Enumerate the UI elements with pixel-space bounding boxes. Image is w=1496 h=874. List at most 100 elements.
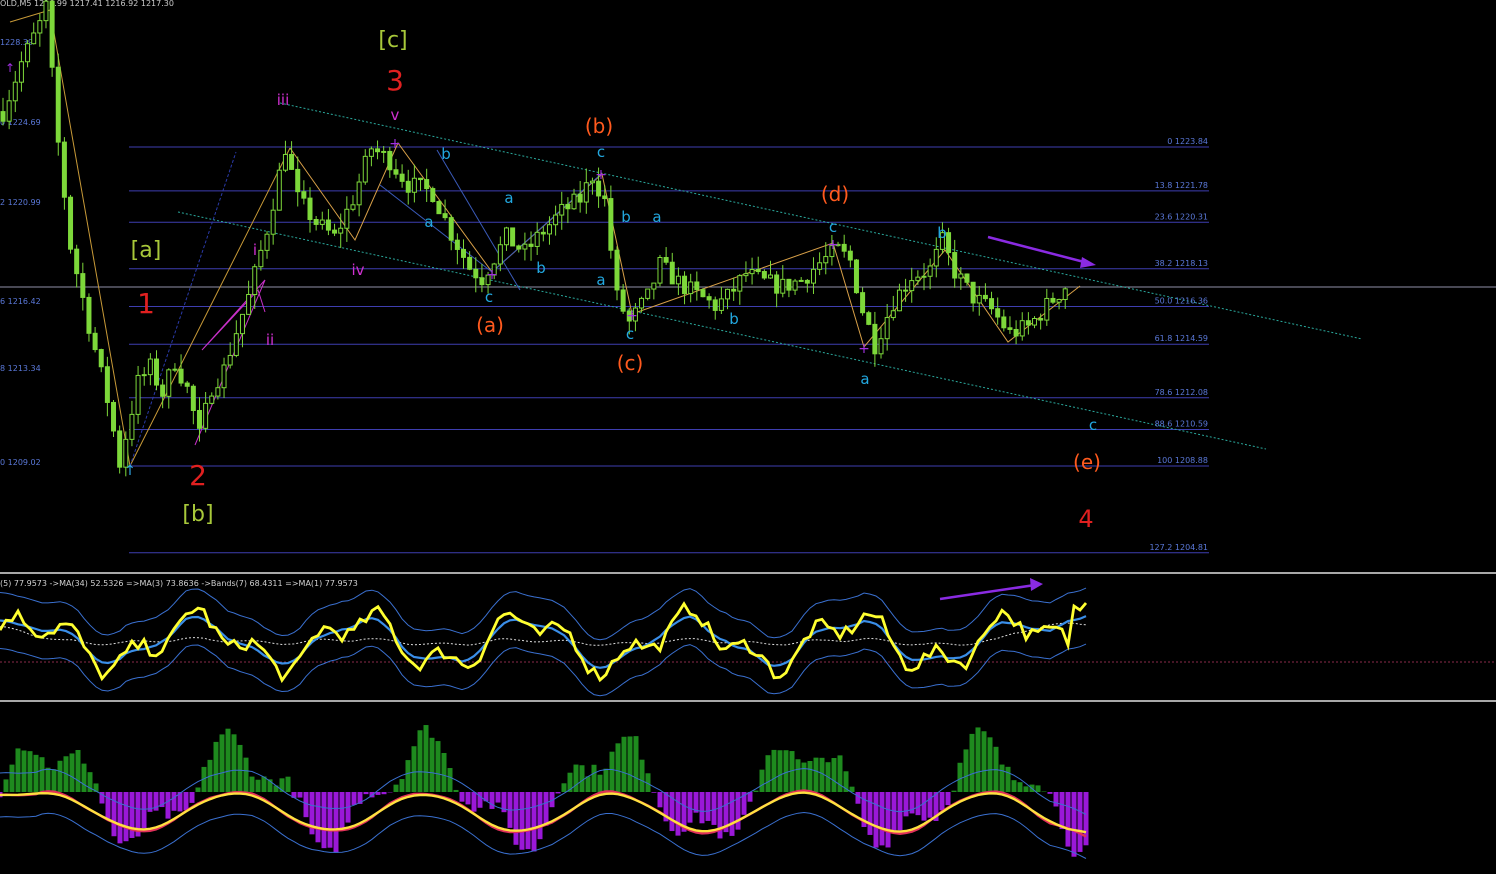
candle-body: [147, 358, 153, 376]
candle-body: [596, 180, 602, 197]
candle-body: [454, 239, 460, 250]
candle-body: [12, 81, 18, 102]
wave-label-red-2: 2: [189, 459, 207, 492]
chart-canvas[interactable]: OLD,M5 1216.99 1217.41 1216.92 1217.30 1…: [0, 0, 1496, 874]
wave-label-paren-a: (a): [476, 313, 504, 337]
candle-body: [190, 385, 196, 411]
candle-body: [528, 243, 534, 247]
candle-body: [712, 299, 718, 311]
candle-body: [246, 293, 252, 315]
candle-body: [184, 382, 190, 387]
left-axis-label: 0 1224.69: [0, 118, 41, 127]
candle-body: [37, 20, 43, 34]
fib-level-label: 127.2 1204.81: [1149, 543, 1208, 552]
wave-label-paren-d: (d): [821, 182, 849, 206]
fibonacci-levels: [129, 146, 1209, 554]
candle-body: [227, 354, 233, 366]
pivot-markers: ↑ ↑ + + + + + +: [5, 61, 870, 479]
candle-body: [743, 273, 749, 277]
oscillator-2-panel: [0, 725, 1089, 859]
candle-body: [853, 259, 859, 294]
candle-body: [381, 150, 387, 153]
histogram-bar: [531, 792, 537, 852]
pivot-marker: +: [858, 341, 870, 357]
histogram-bar: [765, 755, 771, 792]
chart-stage: OLD,M5 1216.99 1217.41 1216.92 1217.30 1…: [0, 0, 1496, 874]
fib-level-label: 100 1208.88: [1157, 456, 1208, 465]
histogram-bar: [411, 746, 417, 792]
histogram-bar: [579, 765, 585, 792]
wave-label-red-3: 3: [386, 64, 404, 97]
candle-body: [405, 180, 411, 193]
oscillator-1-panel: (5) 77.9573 ->MA(34) 52.5326 =>MA(3) 73.…: [0, 579, 1496, 697]
candle-body: [461, 248, 466, 258]
histogram-bar: [921, 792, 927, 821]
candle-body: [577, 193, 583, 203]
candle-body: [510, 227, 516, 247]
candle-body: [725, 288, 731, 300]
histogram-bar: [537, 792, 543, 840]
histogram-bar: [447, 768, 453, 792]
histogram-bar: [1047, 792, 1053, 794]
histogram-bar: [459, 792, 465, 802]
histogram-bar: [1053, 792, 1059, 807]
histogram-bar: [525, 792, 531, 850]
histogram-bar: [711, 792, 717, 825]
wave-label-minor-b: b: [536, 259, 546, 277]
histogram-bar: [393, 784, 399, 792]
candle-body: [436, 201, 442, 215]
candle-body: [774, 274, 780, 294]
candle-body: [129, 413, 135, 440]
candle-body: [92, 332, 98, 351]
histogram-bar: [429, 737, 435, 792]
histogram-bar: [609, 751, 615, 792]
histogram-bar: [963, 749, 969, 792]
histogram-bar: [3, 779, 9, 792]
histogram-bar: [21, 750, 27, 792]
histogram-bar: [315, 792, 321, 843]
candle-body: [55, 66, 61, 143]
histogram-bar: [1023, 786, 1029, 792]
candle-body: [682, 275, 688, 295]
histogram-bar: [213, 741, 219, 792]
wave-label-minor-b: b: [729, 310, 739, 328]
histogram-bar: [231, 734, 237, 792]
histogram-bar: [729, 792, 735, 836]
candle-body: [589, 180, 595, 184]
histogram-bar: [297, 792, 303, 798]
candle-body: [755, 268, 761, 273]
wave-label-minor-a: a: [860, 370, 869, 388]
fib-level-label: 78.6 1212.08: [1155, 388, 1208, 397]
histogram-bar: [597, 774, 603, 792]
histogram-bar: [651, 792, 657, 793]
histogram-bar: [381, 792, 387, 795]
candle-body: [319, 219, 325, 225]
pivot-marker: +: [595, 167, 607, 183]
left-axis-label: 0 1209.02: [0, 458, 41, 467]
histogram-bar: [555, 792, 561, 794]
histogram-bar: [69, 753, 75, 792]
histogram-bar: [873, 792, 879, 848]
histogram-bar: [591, 764, 597, 792]
wave-label-ii: ii: [266, 331, 274, 349]
histogram-bar: [165, 792, 171, 819]
left-price-axis: 1228.39 0 1224.69 2 1220.99 6 1216.42 8 …: [0, 38, 41, 467]
candle-body: [393, 169, 399, 175]
candle-body: [749, 268, 755, 275]
histogram-bar: [657, 792, 663, 808]
left-axis-label: 2 1220.99: [0, 198, 41, 207]
histogram-bar: [1071, 792, 1077, 857]
candle-body: [565, 203, 571, 210]
candle-body: [350, 204, 356, 210]
wave-label-v: v: [391, 106, 400, 124]
pivot-marker: +: [626, 308, 638, 324]
candle-body: [958, 273, 964, 279]
histogram-bar: [999, 764, 1005, 792]
candle-body: [1025, 320, 1031, 326]
histogram-bar: [351, 792, 357, 805]
fib-level-label: 88.6 1210.59: [1155, 420, 1208, 429]
histogram-bar: [1017, 782, 1023, 792]
candle-body: [239, 313, 245, 335]
candle-body: [860, 292, 866, 314]
histogram-bar: [339, 792, 345, 831]
